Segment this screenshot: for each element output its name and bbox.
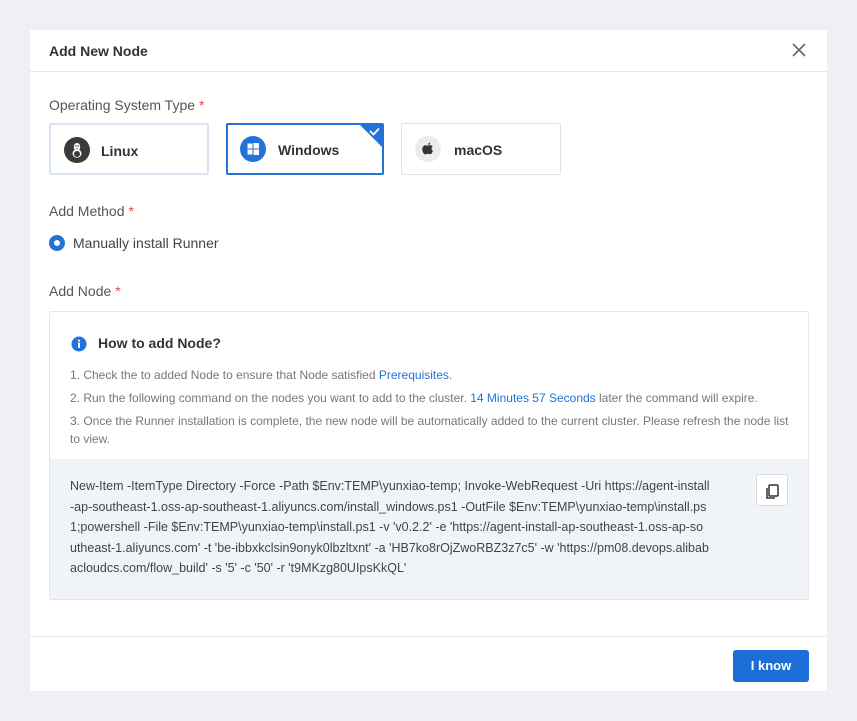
os-option-linux[interactable]: Linux	[49, 123, 209, 175]
info-icon	[71, 336, 87, 352]
manual-install-label[interactable]: Manually install Runner	[73, 235, 219, 251]
close-icon[interactable]	[789, 40, 809, 60]
os-option-windows[interactable]: Windows	[226, 123, 384, 175]
command-block: New-Item -ItemType Directory -Force -Pat…	[50, 459, 808, 599]
step-1: 1. Check the to added Node to ensure tha…	[70, 366, 792, 384]
i-know-button[interactable]: I know	[733, 650, 809, 682]
os-option-macos[interactable]: macOS	[401, 123, 561, 175]
step-3: 3. Once the Runner installation is compl…	[70, 412, 792, 448]
copy-button[interactable]	[756, 474, 788, 506]
expire-countdown: 14 Minutes 57 Seconds	[470, 391, 595, 405]
add-method-label: Add Method*	[49, 203, 134, 219]
dialog-footer: I know	[30, 636, 827, 691]
how-to-title: How to add Node?	[98, 335, 221, 351]
copy-icon	[757, 475, 787, 505]
required-mark: *	[129, 203, 134, 219]
prerequisites-link[interactable]: Prerequisites	[379, 368, 449, 382]
install-command[interactable]: New-Item -ItemType Directory -Force -Pat…	[70, 476, 710, 579]
step-2: 2. Run the following command on the node…	[70, 389, 792, 407]
windows-icon	[240, 136, 266, 162]
add-node-label: Add Node*	[49, 283, 121, 299]
os-option-label: Windows	[278, 142, 339, 158]
add-node-dialog: Add New Node Operating System Type* Linu…	[30, 30, 827, 691]
dialog-header: Add New Node	[30, 30, 827, 72]
dialog-title: Add New Node	[49, 43, 148, 59]
required-mark: *	[115, 283, 120, 299]
selected-check-icon	[360, 125, 382, 147]
os-option-label: Linux	[101, 143, 138, 159]
add-node-instructions: How to add Node? 1. Check the to added N…	[49, 311, 809, 600]
manual-install-radio[interactable]	[49, 235, 65, 251]
apple-icon	[415, 136, 441, 162]
required-mark: *	[199, 97, 204, 113]
os-option-label: macOS	[454, 142, 502, 158]
os-type-label: Operating System Type*	[49, 97, 205, 113]
linux-icon	[64, 137, 90, 163]
